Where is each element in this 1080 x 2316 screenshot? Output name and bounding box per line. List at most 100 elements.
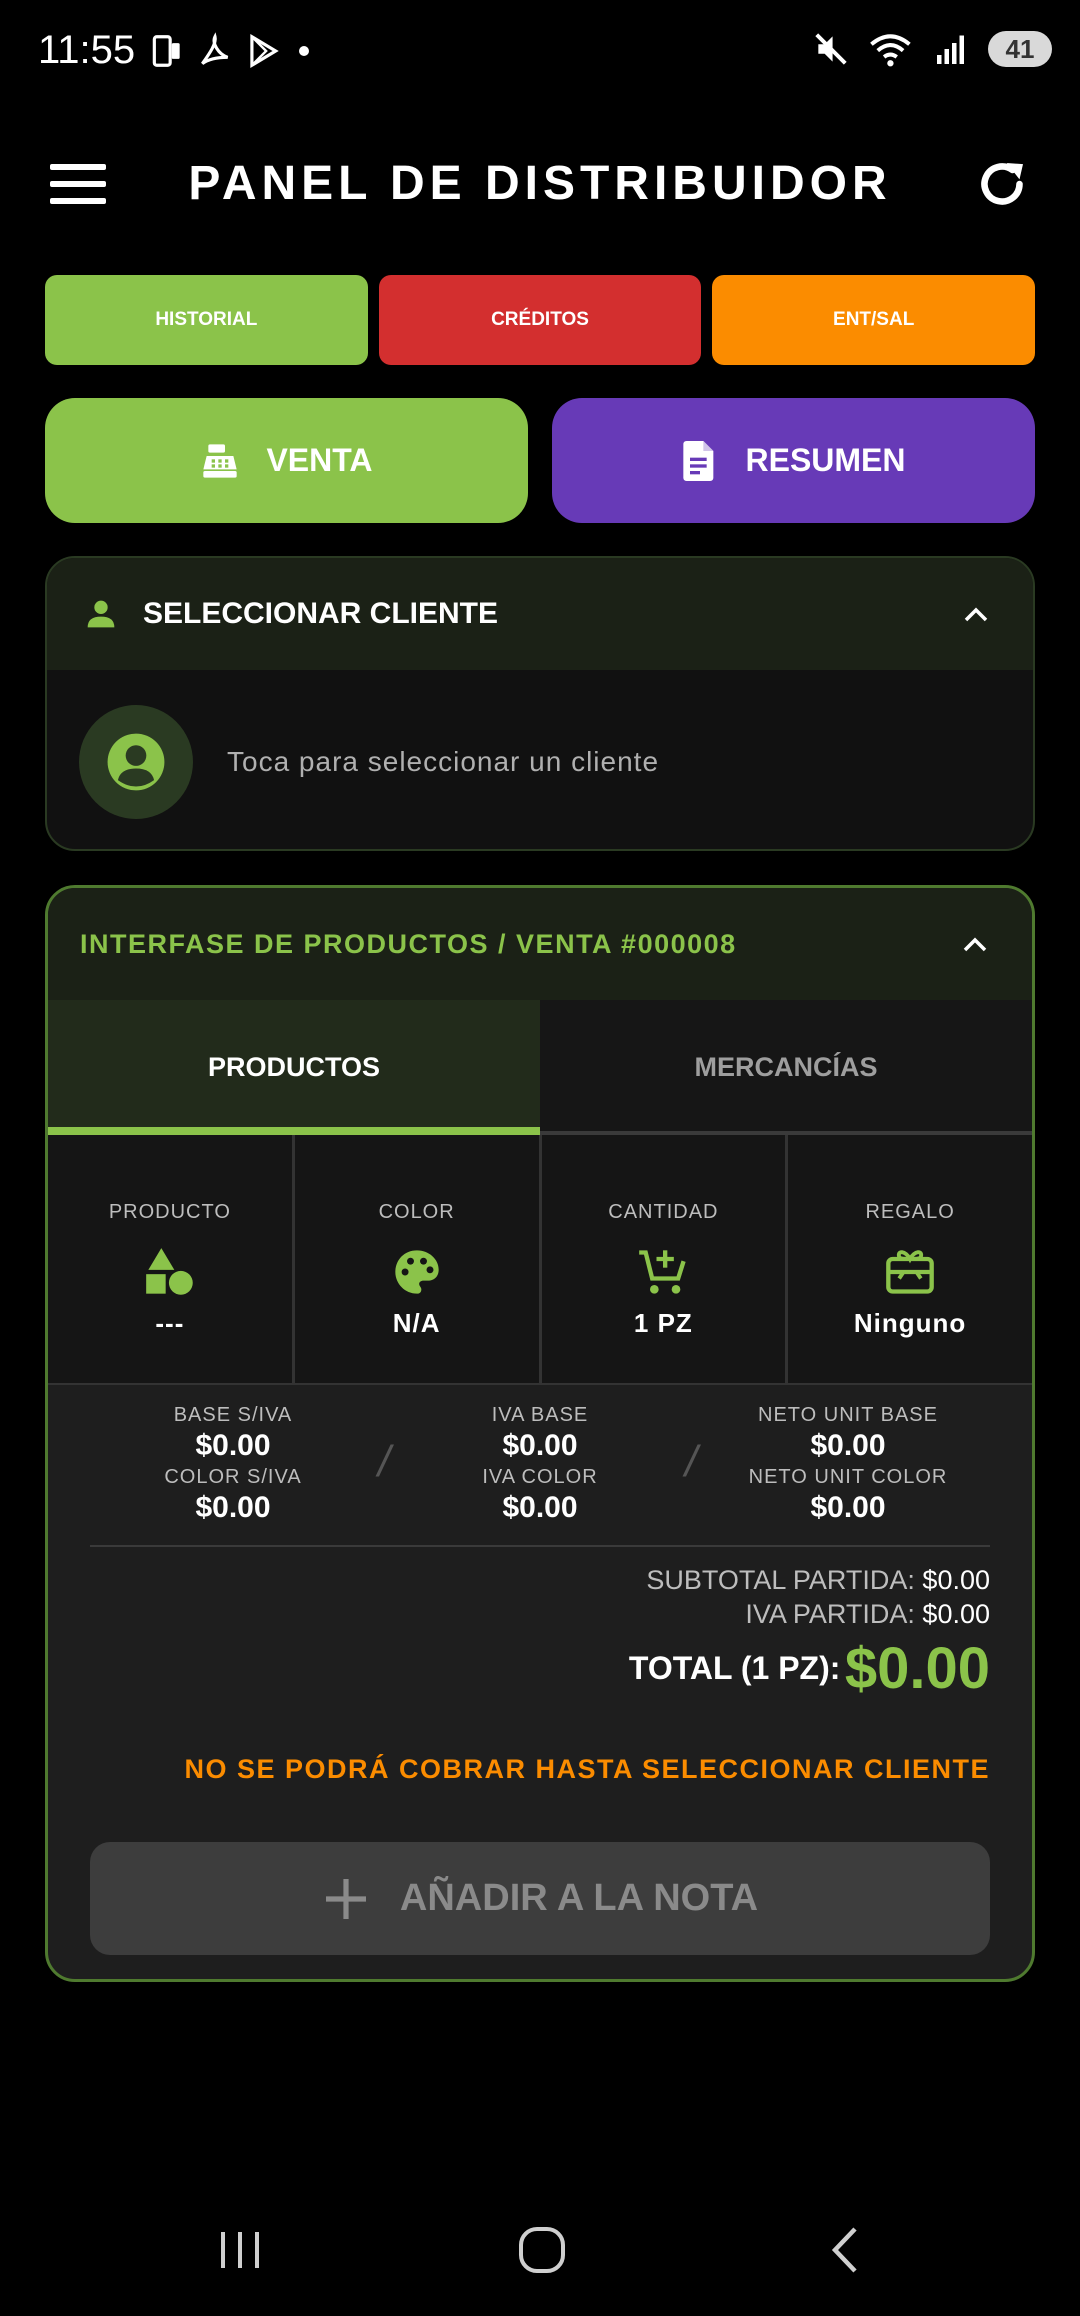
play-store-icon	[250, 33, 279, 69]
quantity-selector-label: CANTIDAD	[608, 1201, 719, 1223]
avatar	[79, 704, 193, 819]
pdf-icon	[201, 32, 229, 65]
total-line: TOTAL (1 PZ): $0.00	[629, 1635, 990, 1702]
plus-icon	[325, 1878, 366, 1919]
recent-apps-icon	[221, 2232, 259, 2268]
products-title: INTERFASE DE PRODUCTOS / VENTA #000008	[80, 928, 737, 959]
system-icons: 41	[812, 30, 1052, 68]
back-button[interactable]	[810, 2220, 880, 2280]
separator-slash: /	[378, 1437, 391, 1486]
neto-unit-color-value: $0.00	[810, 1491, 886, 1524]
dot-icon	[299, 46, 309, 56]
neto-unit-base-value: $0.00	[810, 1429, 886, 1462]
color-selector-label: COLOR	[378, 1201, 455, 1223]
total-value: $0.00	[844, 1636, 990, 1701]
signal-icon	[937, 35, 964, 64]
product-selectors: PRODUCTO --- COLOR N/A CANTIDAD 1 PZ REG…	[48, 1135, 1032, 1385]
products-header[interactable]: INTERFASE DE PRODUCTOS / VENTA #000008	[48, 888, 1032, 1000]
product-selector[interactable]: PRODUCTO ---	[48, 1135, 295, 1385]
action-button-row: VENTA RESUMEN	[45, 398, 1035, 523]
navigation-bar	[0, 2200, 1080, 2316]
back-icon	[831, 2227, 857, 2273]
totals-block: SUBTOTAL PARTIDA: $0.00 IVA PARTIDA: $0.…	[629, 1563, 990, 1702]
iva-partida-label: IVA PARTIDA:	[745, 1599, 915, 1629]
product-tabs: PRODUCTOS MERCANCÍAS	[48, 1000, 1032, 1135]
gift-selector[interactable]: REGALO Ninguno	[788, 1135, 1032, 1385]
gift-selector-value: Ninguno	[853, 1308, 967, 1338]
product-selector-label: PRODUCTO	[108, 1201, 231, 1223]
client-header[interactable]: SELECCIONAR CLIENTE	[47, 558, 1033, 670]
cash-register-icon	[203, 443, 238, 478]
client-card: SELECCIONAR CLIENTE Toca para selecciona…	[45, 556, 1035, 851]
chevron-up-icon[interactable]	[962, 932, 988, 956]
add-to-note-button[interactable]: AÑADIR A LA NOTA	[90, 1842, 990, 1955]
screen: 11:55 41 PANEL DE DISTRIBUIDOR HISTORIAL	[0, 0, 1080, 2316]
quantity-selector-value: 1 PZ	[633, 1308, 693, 1338]
iva-color-value: $0.00	[502, 1491, 578, 1524]
add-to-note-label: AÑADIR A LA NOTA	[399, 1877, 759, 1919]
subtotal-value: $0.00	[922, 1565, 990, 1595]
resumen-button[interactable]: RESUMEN	[552, 398, 1035, 523]
client-header-label: SELECCIONAR CLIENTE	[143, 597, 499, 630]
neto-unit-base-label: NETO UNIT BASE	[758, 1404, 938, 1426]
iva-base-value: $0.00	[502, 1429, 578, 1462]
gift-selector-label: REGALO	[865, 1201, 955, 1223]
ent-sal-button[interactable]: ENT/SAL	[712, 275, 1036, 365]
iva-line: IVA PARTIDA: $0.00	[629, 1597, 990, 1631]
product-selector-value: ---	[155, 1308, 185, 1338]
status-time: 11:55	[38, 28, 136, 72]
document-icon	[683, 440, 714, 481]
subtotal-line: SUBTOTAL PARTIDA: $0.00	[629, 1563, 990, 1597]
mute-icon	[815, 33, 847, 65]
wifi-icon	[870, 34, 911, 67]
total-label: TOTAL (1 PZ):	[628, 1650, 841, 1686]
venta-button-label: VENTA	[266, 442, 373, 478]
account-circle-icon	[107, 733, 165, 790]
chevron-up-icon[interactable]	[963, 602, 989, 626]
shapes-icon	[146, 1248, 193, 1295]
iva-partida-value: $0.00	[922, 1599, 990, 1629]
recent-apps-button[interactable]	[205, 2220, 275, 2280]
tab-mercancias[interactable]: MERCANCÍAS	[540, 1000, 1032, 1135]
historial-button[interactable]: HISTORIAL	[45, 275, 368, 365]
neto-column: NETO UNIT BASE $0.00 NETO UNIT COLOR $0.…	[718, 1403, 978, 1527]
client-hint: Toca para seleccionar un cliente	[227, 745, 660, 777]
battery-indicator: 41	[988, 31, 1052, 67]
person-icon	[87, 600, 115, 628]
app-header: PANEL DE DISTRIBUIDOR	[0, 140, 1080, 230]
iva-color-label: IVA COLOR	[482, 1466, 598, 1488]
notification-icons	[148, 32, 316, 70]
gift-card-icon	[886, 1250, 934, 1294]
price-breakdown: BASE S/IVA $0.00 COLOR S/IVA $0.00 / IVA…	[48, 1385, 1032, 1547]
iva-base-label: IVA BASE	[491, 1404, 589, 1426]
phone-icon	[152, 35, 180, 67]
top-button-row: HISTORIAL CRÉDITOS ENT/SAL	[45, 275, 1036, 365]
base-siva-label: BASE S/IVA	[173, 1404, 293, 1426]
tab-productos[interactable]: PRODUCTOS	[48, 1000, 540, 1135]
base-price-column: BASE S/IVA $0.00 COLOR S/IVA $0.00	[103, 1403, 363, 1527]
color-siva-value: $0.00	[195, 1491, 271, 1524]
client-selector[interactable]: Toca para seleccionar un cliente	[47, 670, 1033, 849]
color-siva-label: COLOR S/IVA	[164, 1466, 302, 1488]
iva-column: IVA BASE $0.00 IVA COLOR $0.00	[410, 1403, 670, 1527]
separator-slash: /	[685, 1437, 698, 1486]
color-selector[interactable]: COLOR N/A	[294, 1135, 542, 1385]
resumen-button-label: RESUMEN	[745, 442, 906, 478]
base-siva-value: $0.00	[195, 1429, 271, 1462]
home-button[interactable]	[507, 2220, 577, 2280]
client-required-warning: NO SE PODRÁ COBRAR HASTA SELECCIONAR CLI…	[184, 1754, 990, 1784]
neto-unit-color-label: NETO UNIT COLOR	[748, 1466, 948, 1488]
color-selector-value: N/A	[392, 1308, 441, 1338]
palette-icon	[394, 1250, 439, 1294]
status-bar: 11:55 41	[0, 0, 1080, 100]
products-card: INTERFASE DE PRODUCTOS / VENTA #000008 P…	[45, 885, 1035, 1982]
divider	[90, 1545, 990, 1547]
page-title: PANEL DE DISTRIBUIDOR	[188, 157, 892, 210]
cart-plus-icon	[639, 1250, 687, 1294]
refresh-icon[interactable]	[974, 156, 1030, 212]
creditos-button[interactable]: CRÉDITOS	[378, 275, 702, 365]
subtotal-label: SUBTOTAL PARTIDA:	[646, 1565, 915, 1595]
venta-button[interactable]: VENTA	[45, 398, 528, 523]
quantity-selector[interactable]: CANTIDAD 1 PZ	[541, 1135, 789, 1385]
home-icon	[519, 2227, 565, 2273]
